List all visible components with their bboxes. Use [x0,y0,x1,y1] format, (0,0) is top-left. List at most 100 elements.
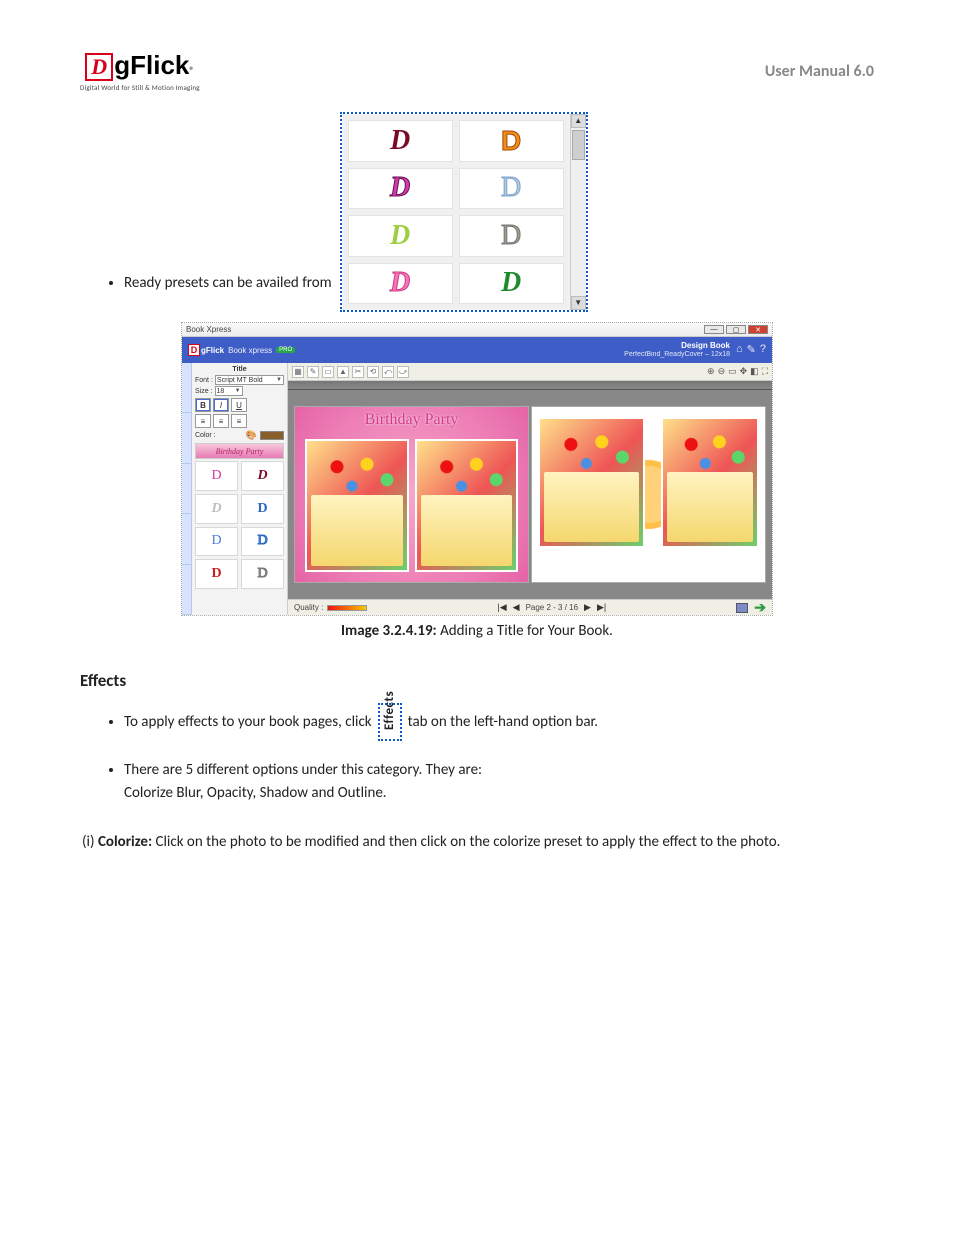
page-title-text[interactable]: Birthday Party [365,411,459,429]
side-preset-cell[interactable]: D [241,461,284,491]
align-center-button[interactable]: ≡ [213,414,229,428]
photo-frame[interactable] [305,439,409,572]
side-preset-cell[interactable]: D [241,527,284,557]
title-presets-panel: DDDDDDDD ▲ ▼ [340,112,588,312]
view-icon[interactable]: ◧ [750,366,759,377]
bullet-text: There are 5 different options under this… [124,761,482,779]
caption-text: Adding a Title for Your Book. [437,622,613,640]
preset-cell[interactable]: D [459,168,564,210]
logo-text-g: g [114,50,130,81]
scroll-down-icon[interactable]: ▼ [571,296,586,310]
side-preset-cell[interactable]: D [241,494,284,524]
bullet-ready-presets-text: Ready presets can be availed from [124,274,332,292]
design-label: Design Book [624,342,730,351]
size-value: 18 [217,388,225,395]
logo-text-flick: Flick [130,50,189,81]
canvas-area[interactable]: Birthday Party [288,390,772,599]
logo-d-icon: D [85,53,113,81]
pager-label: Page 2 - 3 / 16 [526,603,578,612]
view-icon[interactable]: ⛶ [762,366,768,377]
save-icon[interactable] [736,603,748,613]
figure-caption: Image 3.2.4.19: Adding a Title for Your … [80,622,874,640]
tool-icon[interactable]: ▲ [337,366,349,378]
section-heading-effects: Effects [80,670,874,691]
italic-button[interactable]: I [213,398,229,412]
tool-icon[interactable]: ✂ [352,366,364,378]
side-preset-cell[interactable]: D [195,527,238,557]
pager-next-button[interactable]: ▶ [584,602,591,613]
underline-button[interactable]: U [231,398,247,412]
side-preset-cell[interactable]: D [241,559,284,589]
chevron-down-icon: ▼ [235,388,241,394]
size-label: Size : [195,388,213,395]
tool-icon[interactable]: ⤻ [397,366,409,378]
preset-cell[interactable]: D [348,120,453,162]
home-icon[interactable]: ⌂ [736,343,743,356]
photo-frame[interactable] [415,439,519,572]
view-icon[interactable]: ✥ [740,366,748,377]
scroll-track[interactable] [571,128,586,296]
font-select[interactable]: Script MT Bold▼ [215,375,284,385]
view-icon[interactable]: ▭ [728,366,737,377]
pager-first-button[interactable]: |◀ [497,602,506,613]
scroll-up-icon[interactable]: ▲ [571,114,586,128]
presets-scrollbar[interactable]: ▲ ▼ [570,114,586,310]
effects-tab-icon: Effects [378,703,402,741]
pager-prev-button[interactable]: ◀ [513,602,520,613]
app-ribbon: D gFlick Book xpress PRO Design Book Per… [182,337,772,363]
bold-button[interactable]: B [195,398,211,412]
product-badge: PRO [276,347,295,353]
title-preview: Birthday Party [195,443,284,459]
page-right[interactable] [531,406,766,583]
next-arrow-icon[interactable]: ➔ [754,599,766,616]
bullet-apply-effects: To apply effects to your book pages, cli… [124,703,874,741]
page-spread[interactable]: Birthday Party [294,406,766,583]
left-tab-strip[interactable] [182,363,192,615]
quality-label: Quality : [294,603,323,612]
window-minimize-button[interactable]: — [704,325,724,334]
colorize-paragraph: (i) Colorize: Click on the photo to be m… [82,830,874,854]
page-title: User Manual 6.0 [765,62,874,81]
preset-cell[interactable]: D [459,120,564,162]
logo: D g Flick ® Digital World for Still & Mo… [80,50,200,92]
preset-cell[interactable]: D [348,215,453,257]
font-value: Script MT Bold [217,377,263,384]
color-picker-icon[interactable]: 🎨 [246,430,257,441]
photo-frame[interactable] [538,417,645,548]
color-swatch[interactable] [260,431,284,440]
size-select[interactable]: 18 ▼ [215,386,243,396]
scroll-thumb[interactable] [572,130,585,160]
bullet-text: tab on the left-hand option bar. [408,710,598,734]
app-logo-d-icon: D [188,344,200,356]
colorize-text: Click on the photo to be modified and th… [152,833,780,851]
product-name: Book xpress [228,346,272,355]
tool-icon[interactable]: ▭ [322,366,334,378]
side-preset-cell[interactable]: D [195,494,238,524]
side-preset-cell[interactable]: D [195,461,238,491]
tool-icon[interactable]: ⤺ [382,366,394,378]
preset-cell[interactable]: D [348,168,453,210]
align-right-button[interactable]: ≡ [231,414,247,428]
preset-cell[interactable]: D [459,215,564,257]
page-left[interactable]: Birthday Party [294,406,529,583]
tool-icon[interactable]: ▦ [292,366,304,378]
edit-icon[interactable]: ✎ [747,343,756,356]
side-preset-cell[interactable]: D [195,559,238,589]
tool-icon[interactable]: ⟲ [367,366,379,378]
view-icon[interactable]: ⊕ [707,366,715,377]
window-close-button[interactable]: ✕ [748,325,768,334]
align-left-button[interactable]: ≡ [195,414,211,428]
tool-icon[interactable]: ✎ [307,366,319,378]
photo-frame[interactable] [661,417,759,548]
side-tab-title: Title [195,366,284,373]
preset-cell[interactable]: D [459,263,564,305]
preset-cell[interactable]: D [348,263,453,305]
view-icon[interactable]: ⊖ [718,366,726,377]
ruler [288,381,772,390]
bullet-ready-presets: Ready presets can be availed from [124,272,332,295]
pager: |◀ ◀ Page 2 - 3 / 16 ▶ ▶| [497,602,606,613]
window-maximize-button[interactable]: ▢ [726,325,746,334]
help-icon[interactable]: ? [760,343,766,356]
bullet-five-options: There are 5 different options under this… [124,759,874,804]
pager-last-button[interactable]: ▶| [597,602,606,613]
